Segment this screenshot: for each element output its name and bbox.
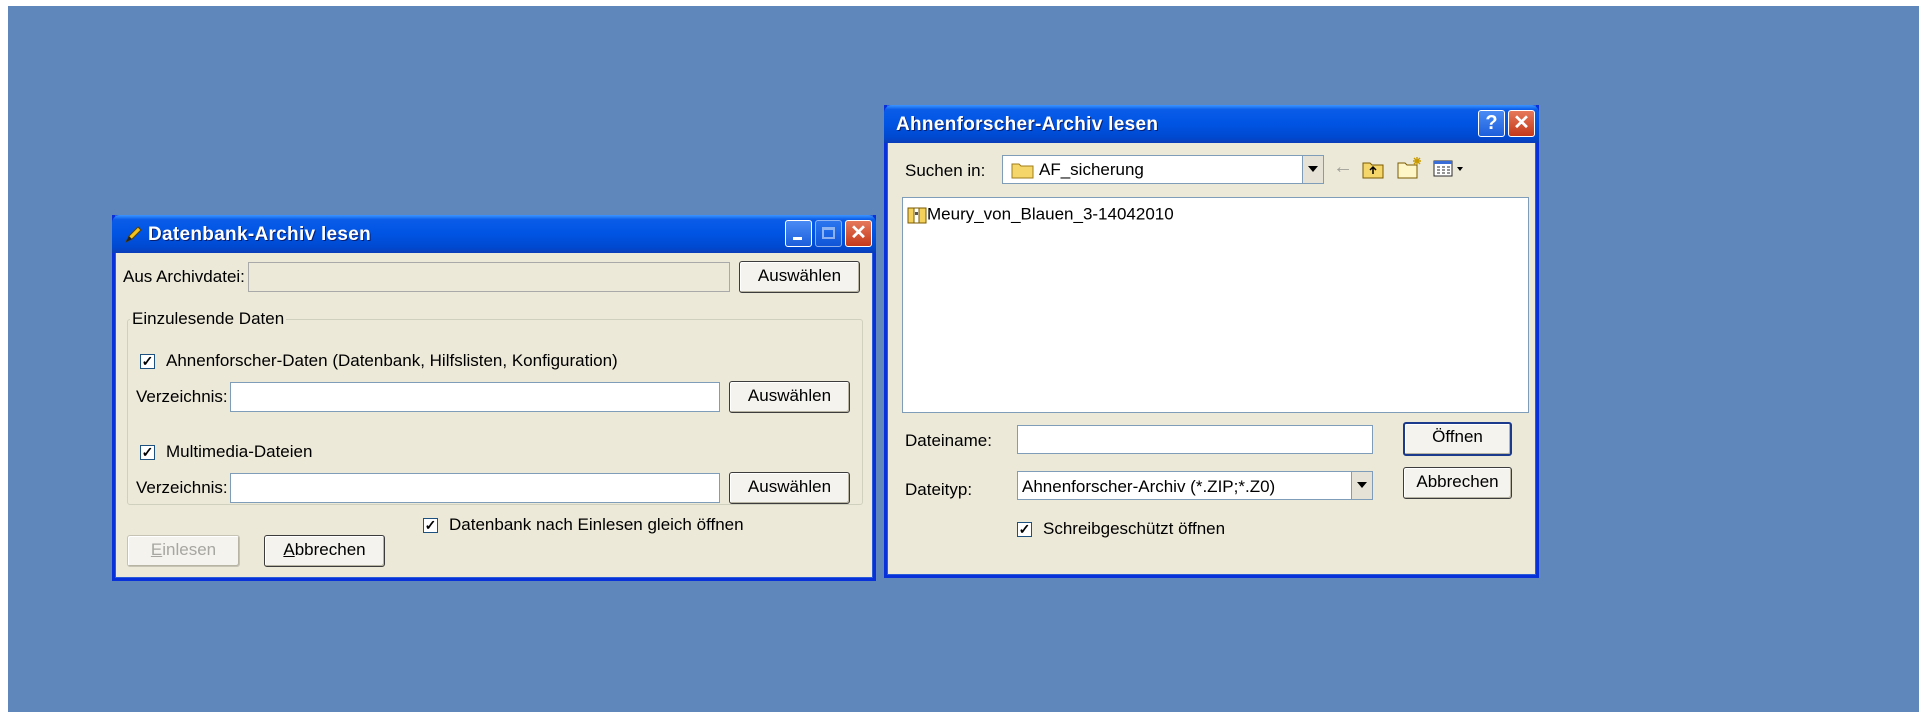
look-in-label: Suchen in: — [905, 161, 986, 180]
look-in-combo[interactable]: AF_sicherung — [1002, 155, 1324, 184]
filetype-value: Ahnenforscher-Archiv (*.ZIP;*.Z0) — [1022, 477, 1276, 496]
left-titlebar[interactable]: Datenbank-Archiv lesen ✕ — [112, 215, 876, 253]
up-folder-icon[interactable] — [1362, 159, 1384, 179]
left-dialog-title: Datenbank-Archiv lesen — [148, 224, 372, 245]
right-titlebar[interactable]: Ahnenforscher-Archiv lesen ? ✕ — [884, 105, 1539, 143]
filetype-label: Dateityp: — [905, 480, 973, 499]
ahnenforscher-archiv-dialog: Ahnenforscher-Archiv lesen ? ✕ Suchen in… — [884, 105, 1539, 578]
help-button[interactable]: ? — [1478, 110, 1505, 137]
view-menu-icon[interactable] — [1433, 160, 1467, 178]
dir1-select-button[interactable]: Auswählen — [729, 381, 850, 413]
maximize-button — [815, 220, 842, 247]
group-title: Einzulesende Daten — [130, 309, 287, 329]
chevron-down-icon — [1357, 482, 1367, 488]
read-button: Einlesen — [127, 535, 240, 567]
af-data-checkbox[interactable]: ✓ — [140, 354, 155, 369]
dir1-label: Verzeichnis: — [136, 387, 228, 406]
filename-input[interactable] — [1017, 425, 1373, 454]
file-name: Meury_von_Blauen_3-14042010 — [927, 204, 1174, 224]
archive-file-field — [248, 262, 730, 292]
app-pencil-icon — [124, 226, 142, 244]
minimize-icon — [793, 237, 802, 240]
back-arrow-icon[interactable]: ← — [1333, 156, 1353, 179]
maximize-icon — [822, 227, 835, 239]
new-folder-icon[interactable] — [1397, 155, 1423, 179]
readonly-checkbox[interactable]: ✓ — [1017, 522, 1032, 537]
close-button[interactable]: ✕ — [845, 220, 872, 247]
archive-select-button[interactable]: Auswählen — [739, 261, 860, 293]
file-list[interactable]: Meury_von_Blauen_3-14042010 — [902, 197, 1529, 413]
dir2-label: Verzeichnis: — [136, 478, 228, 497]
archive-file-label: Aus Archivdatei: — [123, 267, 245, 286]
close-icon: ✕ — [1513, 112, 1530, 134]
open-after-label: Datenbank nach Einlesen gleich öffnen — [449, 515, 744, 534]
look-in-value: AF_sicherung — [1039, 160, 1144, 179]
chevron-down-icon — [1308, 166, 1318, 172]
folder-icon — [1011, 163, 1034, 179]
filetype-select[interactable]: Ahnenforscher-Archiv (*.ZIP;*.Z0) — [1017, 471, 1373, 500]
cancel-button[interactable]: Abbrechen — [264, 535, 385, 567]
open-button[interactable]: Öffnen — [1403, 422, 1512, 456]
readonly-label: Schreibgeschützt öffnen — [1043, 519, 1226, 538]
look-in-dropdown-button[interactable] — [1302, 156, 1323, 183]
dir2-select-button[interactable]: Auswählen — [729, 472, 850, 504]
filename-label: Dateiname: — [905, 431, 992, 450]
close-button[interactable]: ✕ — [1508, 110, 1535, 137]
open-after-checkbox[interactable]: ✓ — [423, 518, 438, 533]
data-groupbox: Einzulesende Daten ✓ Ahnenforscher-Daten… — [127, 309, 863, 505]
help-icon: ? — [1485, 112, 1498, 134]
multimedia-checkbox[interactable]: ✓ — [140, 445, 155, 460]
filetype-dropdown-button[interactable] — [1351, 472, 1372, 499]
list-item[interactable]: Meury_von_Blauen_3-14042010 — [907, 204, 1174, 225]
right-dialog-title: Ahnenforscher-Archiv lesen — [896, 114, 1159, 135]
multimedia-label: Multimedia-Dateien — [166, 442, 313, 461]
af-data-label: Ahnenforscher-Daten (Datenbank, Hilfslis… — [166, 351, 618, 370]
screen-left-edge — [0, 0, 8, 712]
screen-top-edge — [0, 0, 1919, 6]
cancel-button[interactable]: Abbrechen — [1403, 467, 1512, 499]
minimize-button[interactable] — [785, 220, 812, 247]
dir1-input[interactable] — [230, 382, 720, 412]
archive-file-icon — [907, 207, 927, 224]
dir2-input[interactable] — [230, 473, 720, 503]
datenbank-archiv-dialog: Datenbank-Archiv lesen ✕ Aus Archivdatei… — [112, 215, 876, 581]
close-icon: ✕ — [850, 222, 867, 244]
